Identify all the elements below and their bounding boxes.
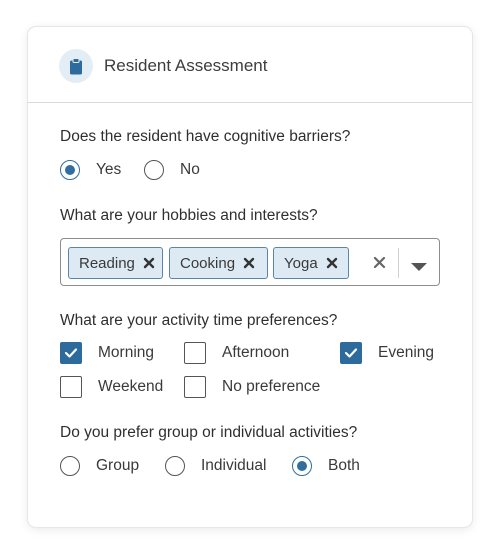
question-group-individual: Do you prefer group or individual activi… [60,424,358,441]
radio-yes[interactable] [60,160,80,180]
checkbox-morning[interactable] [60,342,82,364]
chevron-down-icon[interactable] [410,259,428,277]
remove-chip-icon[interactable] [243,257,255,269]
clipboard-icon [59,49,93,83]
checkbox-option-no-preference[interactable]: No preference [184,376,320,398]
question-hobbies: What are your hobbies and interests? [60,207,318,224]
radio-option-group[interactable]: Group [60,456,139,476]
checkbox-option-afternoon[interactable]: Afternoon [184,342,289,364]
remove-chip-icon[interactable] [326,257,338,269]
radio-group-label: Group [96,457,140,474]
radio-option-yes[interactable]: Yes [60,160,121,180]
checkbox-no-preference[interactable] [184,376,206,398]
radio-group[interactable] [60,456,80,476]
page-title: Resident Assessment [104,56,268,75]
checkbox-evening[interactable] [340,342,362,364]
checkbox-no-preference-label: No preference [222,378,321,395]
radio-both[interactable] [292,456,312,476]
checkbox-weekend[interactable] [60,376,82,398]
question-activity-time: What are your activity time preferences? [60,312,338,329]
checkbox-afternoon-label: Afternoon [222,344,290,361]
checkbox-option-weekend[interactable]: Weekend [60,376,163,398]
assessment-card: Resident Assessment Does the resident ha… [28,27,472,527]
checkbox-morning-label: Morning [98,344,154,361]
chip-label: Reading [79,254,135,272]
radio-option-no[interactable]: No [144,160,200,180]
chip-reading: Reading [68,247,163,279]
radio-option-individual[interactable]: Individual [165,456,267,476]
chip-label: Yoga [284,254,318,272]
checkbox-evening-label: Evening [378,344,435,361]
radio-no[interactable] [144,160,164,180]
clear-all-icon[interactable] [373,256,386,274]
checkmark-icon [344,348,358,358]
chip-cooking: Cooking [169,247,268,279]
chip-yoga: Yoga [273,247,349,279]
checkmark-icon [64,348,78,358]
radio-both-label: Both [328,457,360,474]
remove-chip-icon[interactable] [143,257,155,269]
checkbox-weekend-label: Weekend [98,378,164,395]
checkbox-option-morning[interactable]: Morning [60,342,154,364]
radio-no-label: No [180,161,200,178]
card-header: Resident Assessment [28,27,472,103]
hobbies-multiselect[interactable]: Reading Cooking Yoga [60,238,440,286]
radio-individual-label: Individual [201,457,267,474]
question-cognitive-barriers: Does the resident have cognitive barrier… [60,128,351,145]
dropdown-separator [398,248,399,278]
checkbox-afternoon[interactable] [184,342,206,364]
chip-label: Cooking [180,254,236,272]
checkbox-option-evening[interactable]: Evening [340,342,434,364]
radio-yes-label: Yes [96,161,122,178]
radio-option-both[interactable]: Both [292,456,360,476]
radio-individual[interactable] [165,456,185,476]
